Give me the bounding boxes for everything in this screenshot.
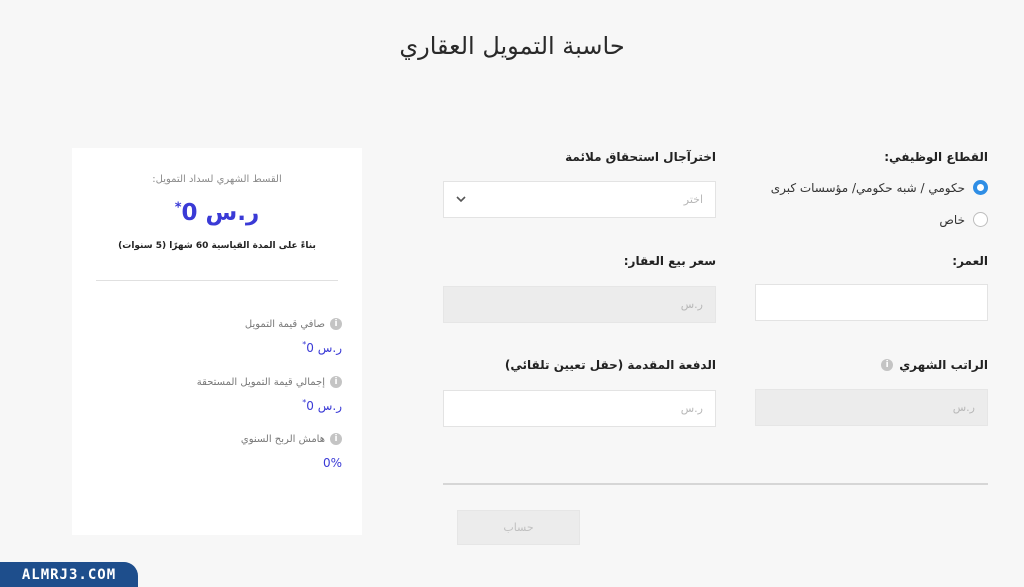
profit-margin-label-row: i هامش الربح السنوي [241,433,342,445]
info-icon[interactable]: i [330,433,342,445]
radio-private[interactable]: خاص [755,212,988,227]
property-price-placeholder: ر.س [680,298,703,311]
monthly-installment-label: القسط الشهري لسداد التمويل: [152,174,282,185]
sector-label: القطاع الوظيفي: [884,150,988,164]
page-title: حاسبة التمويل العقاري [399,32,625,60]
card-divider [96,280,338,281]
net-financing-label: صافي قيمة التمويل [244,318,325,330]
radio-government[interactable]: حكومي / شبه حكومي/ مؤسسات كبرى [755,180,988,195]
term-label: اخترآجال استحقاق ملائمة [565,150,716,164]
radio-government-icon[interactable] [973,180,988,195]
total-financing-amount: ر.س 0 [306,399,342,413]
radio-private-label: خاص [939,212,965,227]
info-icon[interactable]: i [881,359,894,371]
chevron-down-icon[interactable] [456,193,466,206]
down-payment-label: الدفعة المقدمة (حقل تعيين تلقائي) [504,358,716,372]
term-note: بناءً على المدة القياسية 60 شهرًا (5 سنو… [118,241,316,251]
property-price-label: سعر بيع العقار: [623,254,716,268]
radio-private-icon[interactable] [973,212,988,227]
net-financing-value: ر.س 0* [302,340,342,355]
term-select[interactable]: اختر [443,181,716,218]
watermark-logo: ALMRJ3.COM [0,562,138,587]
profit-margin-label: هامش الربح السنوي [240,433,325,445]
monthly-installment-amount: ر.س 0 [181,200,260,226]
down-payment-placeholder: ر.س [680,402,703,415]
salary-placeholder: ر.س [952,401,975,414]
profit-margin-amount: 0% [322,456,342,470]
down-payment-input[interactable]: ر.س [443,390,716,427]
age-label: العمر: [952,254,988,268]
total-financing-label: إجمالي قيمة التمويل المستحقة [196,376,325,388]
age-input[interactable] [755,284,988,321]
salary-label: الراتب الشهري [899,358,988,372]
form-divider [443,483,988,485]
total-financing-value: ر.س 0* [302,398,342,413]
info-icon[interactable]: i [330,318,342,330]
calculate-button[interactable]: حساب [457,510,580,545]
result-card: القسط الشهري لسداد التمويل: ر.س 0* بناءً… [72,148,362,535]
finance-form: القطاع الوظيفي: حكومي / شبه حكومي/ مؤسسا… [443,140,1010,560]
radio-government-label: حكومي / شبه حكومي/ مؤسسات كبرى [770,180,965,195]
info-icon[interactable]: i [330,376,342,388]
salary-input[interactable]: ر.س [755,389,988,426]
total-financing-label-row: i إجمالي قيمة التمويل المستحقة [197,376,342,388]
sector-group: القطاع الوظيفي: [755,150,988,164]
salary-label-row: الراتب الشهري i [755,358,988,372]
term-placeholder: اختر [683,193,703,206]
property-price-input[interactable]: ر.س [443,286,716,323]
monthly-installment-value: ر.س 0* [72,200,362,226]
amount-mark: * [174,200,182,216]
profit-margin-value: 0% [323,456,342,470]
net-financing-label-row: i صافي قيمة التمويل [245,318,342,330]
net-financing-amount: ر.س 0 [306,341,342,355]
